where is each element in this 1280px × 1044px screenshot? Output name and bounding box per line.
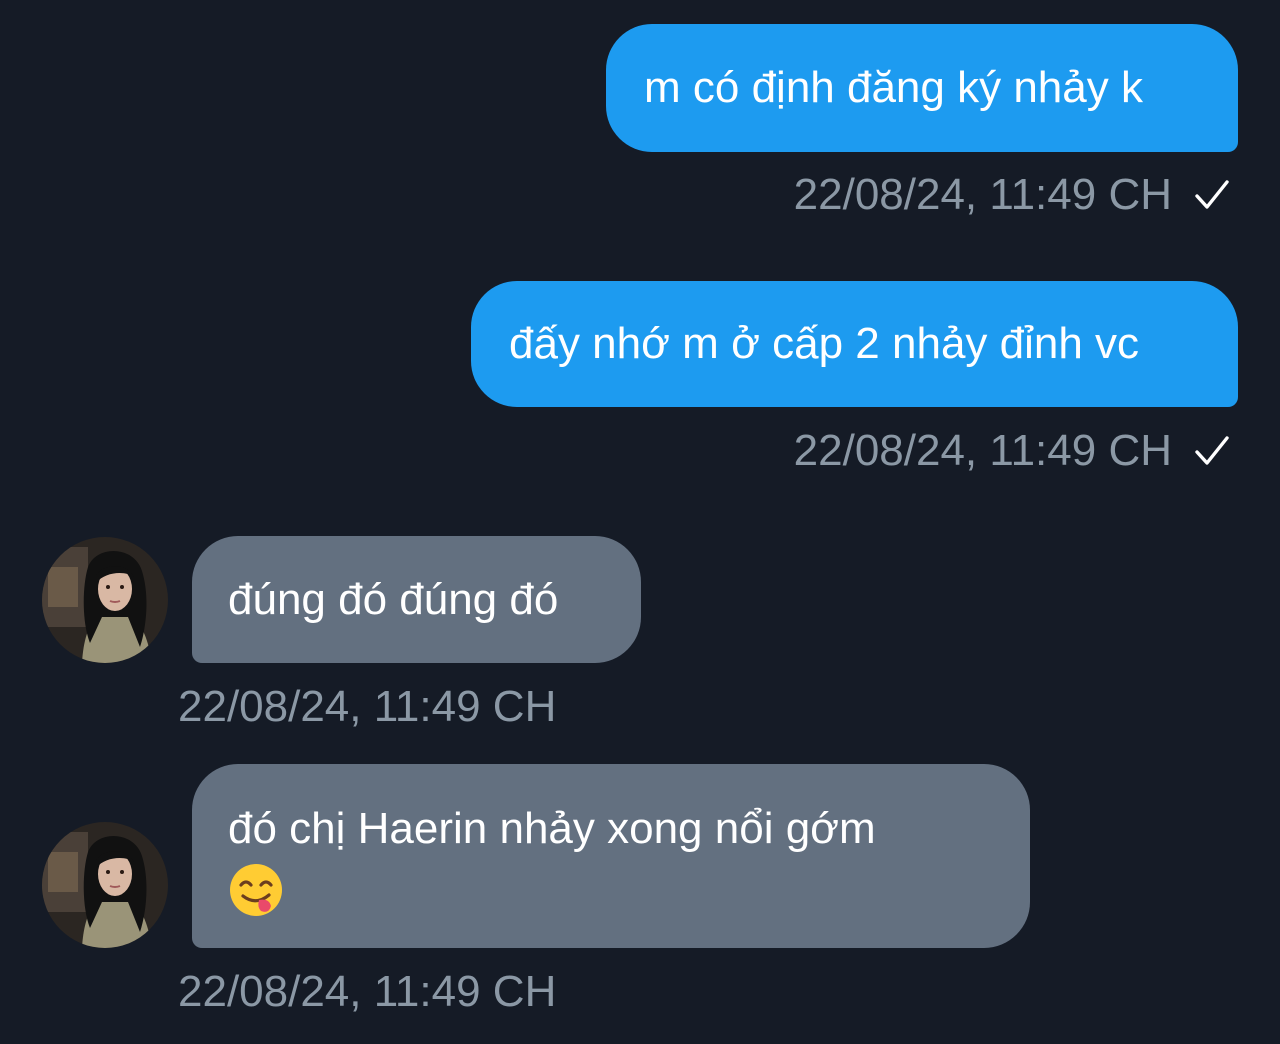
message-meta: 22/08/24, 11:49 CH: [794, 170, 1230, 220]
message-text: đấy nhớ m ở cấp 2 nhảy đỉnh vc: [509, 319, 1140, 368]
avatar-image: [42, 822, 168, 948]
message-text: đúng đó đúng đó: [228, 574, 559, 624]
avatar[interactable]: [42, 822, 168, 948]
message-timestamp: 22/08/24, 11:49 CH: [178, 967, 557, 1016]
avatar-image: [42, 537, 168, 663]
message-meta: 22/08/24, 11:49 CH: [178, 967, 556, 1017]
incoming-message-bubble[interactable]: đúng đó đúng đó: [192, 536, 641, 663]
message-text: đó chị Haerin nhảy xong nổi gớm: [228, 804, 876, 853]
message-text: m có định đăng ký nhảy k: [644, 63, 1143, 112]
check-icon: [1195, 436, 1229, 465]
conversation-thread: m có định đăng ký nhảy k 22/08/24, 11:49…: [0, 0, 1280, 1044]
incoming-message-bubble[interactable]: đó chị Haerin nhảy xong nổi gớm: [192, 764, 1030, 948]
check-icon: [1195, 180, 1229, 209]
message-timestamp: 22/08/24, 11:49 CH: [793, 426, 1172, 475]
avatar[interactable]: [42, 537, 168, 663]
savoring-food-emoji-icon: [230, 864, 282, 917]
message-timestamp: 22/08/24, 11:49 CH: [793, 170, 1172, 219]
message-timestamp: 22/08/24, 11:49 CH: [178, 682, 557, 731]
message-meta: 22/08/24, 11:49 CH: [178, 682, 556, 732]
outgoing-message-bubble[interactable]: đấy nhớ m ở cấp 2 nhảy đỉnh vc: [471, 281, 1238, 407]
message-meta: 22/08/24, 11:49 CH: [794, 426, 1230, 476]
outgoing-message-bubble[interactable]: m có định đăng ký nhảy k: [606, 24, 1238, 152]
